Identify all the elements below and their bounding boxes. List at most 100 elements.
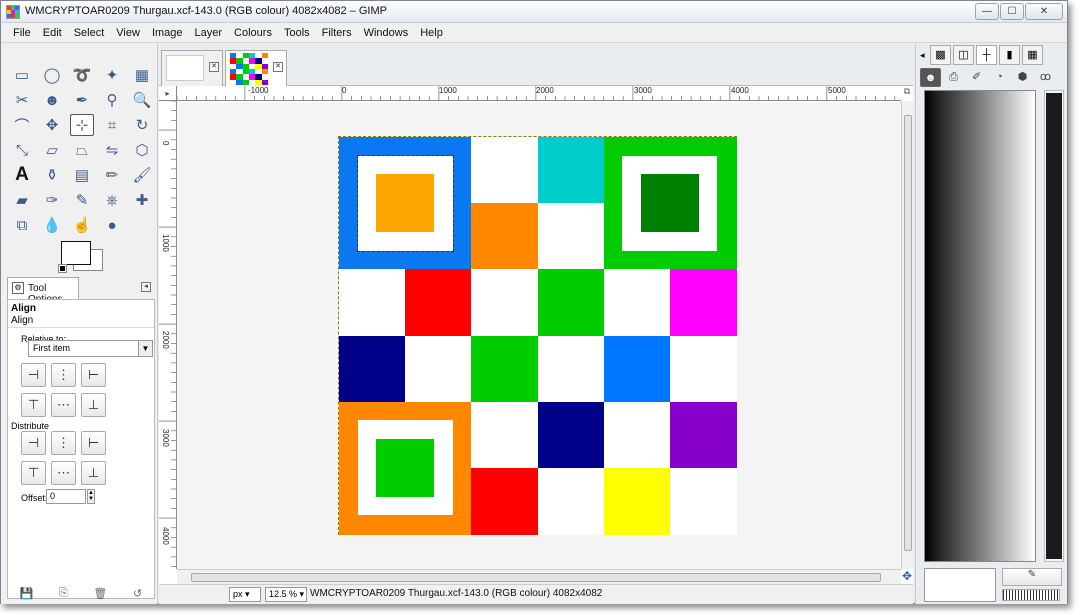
close-button[interactable]: ✕ [1025, 3, 1063, 20]
foreground-color-swatch[interactable] [61, 241, 91, 265]
image-tab-1[interactable]: ✕ [161, 50, 223, 86]
image-tab-2[interactable]: ✕ [225, 50, 287, 86]
align-vcenter-icon[interactable]: ⋯ [51, 393, 76, 417]
brush-icon[interactable]: ✐ [966, 68, 987, 87]
checker-image[interactable] [338, 136, 737, 535]
paths-icon[interactable]: ✒ [70, 89, 94, 111]
distribute-vcenter-icon[interactable]: ⋯ [51, 461, 76, 485]
horizontal-ruler[interactable]: -1000 0 1000 2000 3000 4000 5000 [177, 86, 901, 101]
heal-icon[interactable]: ✚ [130, 189, 154, 211]
horizontal-scrollbar[interactable] [177, 569, 901, 584]
blend-icon[interactable]: ▤ [70, 164, 94, 186]
offset-input[interactable]: 0 [46, 489, 86, 504]
quick-mask-toggle-icon[interactable]: ▸ [159, 86, 177, 101]
menu-help[interactable]: Help [414, 27, 449, 39]
align-right-icon[interactable]: ⊢ [81, 363, 106, 387]
cage-transform-icon[interactable]: ⬡ [130, 139, 154, 161]
tab-patterns-icon[interactable]: ▩ [930, 45, 951, 65]
align-left-icon[interactable]: ⊣ [21, 363, 46, 387]
gradient-preview[interactable] [924, 90, 1036, 562]
right-dock-scrollbar[interactable] [1044, 90, 1064, 562]
flip-icon[interactable]: ⇋ [100, 139, 124, 161]
tab-tool-options[interactable]: ⚙ Tool Options [7, 277, 79, 305]
eraser-icon[interactable]: ▰ [10, 189, 34, 211]
crop-icon[interactable]: ⌗ [100, 114, 124, 136]
color-wheel-icon[interactable]: ◔ [989, 68, 1010, 87]
bucket-fill-icon[interactable]: ⚱ [40, 164, 64, 186]
restore-options-icon[interactable]: ⎘ [59, 587, 68, 601]
horizontal-scroll-thumb[interactable] [191, 573, 881, 582]
scale-icon[interactable]: ⤡ [10, 139, 34, 161]
minimize-button[interactable]: — [975, 3, 999, 20]
paintbrush-icon[interactable]: 🖌 [130, 164, 154, 186]
dock-menu-arrow-icon[interactable]: ◂ [141, 282, 151, 292]
image-viewport[interactable] [178, 102, 901, 569]
tab-gradient-editor-icon[interactable]: ▮ [999, 45, 1020, 65]
tab-brushes-icon[interactable]: ◫ [953, 45, 974, 65]
distribute-bottom-icon[interactable]: ⊥ [81, 461, 106, 485]
fonts-icon[interactable]: ꝏ [1035, 68, 1056, 87]
edit-gradient-icon[interactable]: ✎ [1002, 568, 1062, 586]
menu-edit[interactable]: Edit [37, 27, 68, 39]
ellipse-select-icon[interactable]: ◯ [40, 64, 64, 86]
move-icon[interactable]: ✥ [40, 114, 64, 136]
unit-select[interactable]: px ▾ [229, 587, 261, 602]
navigate-icon[interactable]: ✥ [901, 569, 913, 584]
palette-icon[interactable]: ⬢ [1012, 68, 1033, 87]
blur-sharpen-icon[interactable]: 💧 [40, 214, 64, 236]
distribute-top-icon[interactable]: ⊤ [21, 461, 46, 485]
delete-options-icon[interactable]: 🗑 [93, 587, 107, 601]
maximize-button[interactable]: ☐ [1000, 3, 1024, 20]
menu-tools[interactable]: Tools [278, 27, 316, 39]
tab-gradients-icon[interactable]: ┼ [976, 45, 997, 65]
align-hcenter-icon[interactable]: ⋮ [51, 363, 76, 387]
fg-bg-colors[interactable] [58, 239, 104, 273]
close-icon[interactable]: ✕ [273, 62, 283, 72]
relative-to-select[interactable]: First item ▼ [28, 340, 153, 357]
select-by-color-icon[interactable]: ▦ [130, 64, 154, 86]
distribute-hcenter-icon[interactable]: ⋮ [51, 431, 76, 455]
perspective-clone-icon[interactable]: ⧉ [10, 214, 34, 236]
zoom-icon[interactable]: 🔍 [130, 89, 154, 111]
smudge-icon[interactable]: ☝ [70, 214, 94, 236]
fuzzy-select-icon[interactable]: ✦ [100, 64, 124, 86]
airbrush-icon[interactable]: ✑ [40, 189, 64, 211]
distribute-left-icon[interactable]: ⊣ [21, 431, 46, 455]
menu-image[interactable]: Image [146, 27, 189, 39]
align-bottom-icon[interactable]: ⊥ [81, 393, 106, 417]
dock-left-arrow-icon[interactable]: ◂ [920, 50, 928, 61]
menu-file[interactable]: File [7, 27, 37, 39]
scissors-select-icon[interactable]: ✂ [10, 89, 34, 111]
color-picker-icon[interactable]: ⚲ [100, 89, 124, 111]
ink-icon[interactable]: ✎ [70, 189, 94, 211]
free-select-icon[interactable]: ➰ [70, 64, 94, 86]
reset-colors-icon[interactable] [58, 264, 67, 273]
foreground-select-icon[interactable]: ☻ [40, 89, 64, 111]
align-icon[interactable]: ⊹ [70, 114, 94, 136]
menu-windows[interactable]: Windows [358, 27, 415, 39]
vertical-ruler[interactable]: 0 1000 2000 3000 4000 [159, 101, 177, 569]
align-top-icon[interactable]: ⊤ [21, 393, 46, 417]
zoom-select[interactable]: 12.5 % ▾ [265, 587, 307, 602]
vertical-scroll-thumb[interactable] [904, 115, 912, 551]
tab-palettes-icon[interactable]: ▦ [1022, 45, 1043, 65]
vertical-scrollbar[interactable] [901, 101, 913, 569]
shear-icon[interactable]: ▱ [40, 139, 64, 161]
pencil-icon[interactable]: ✏ [100, 164, 124, 186]
rect-select-icon[interactable]: ▭ [10, 64, 34, 86]
clone-icon[interactable]: ⎈ [100, 189, 124, 211]
printer-icon[interactable]: ⎙ [943, 68, 964, 87]
close-icon[interactable]: ✕ [209, 62, 219, 72]
rotate-icon[interactable]: ↻ [130, 114, 154, 136]
distribute-right-icon[interactable]: ⊢ [81, 431, 106, 455]
offset-spinner-icon[interactable]: ▲ ▼ [87, 489, 95, 504]
title-bar[interactable]: WMCRYPTOAR0209 Thurgau.xcf-143.0 (RGB co… [1, 1, 1067, 23]
dodge-burn-icon[interactable]: ● [100, 214, 124, 236]
menu-select[interactable]: Select [68, 27, 111, 39]
gimp-wilber-icon[interactable]: ☻ [920, 67, 941, 87]
text-tool-icon[interactable]: A [10, 164, 34, 186]
menu-filters[interactable]: Filters [316, 27, 358, 39]
save-options-icon[interactable]: 💾 [20, 587, 34, 601]
perspective-icon[interactable]: ⏢ [70, 139, 94, 161]
menu-colours[interactable]: Colours [228, 27, 278, 39]
